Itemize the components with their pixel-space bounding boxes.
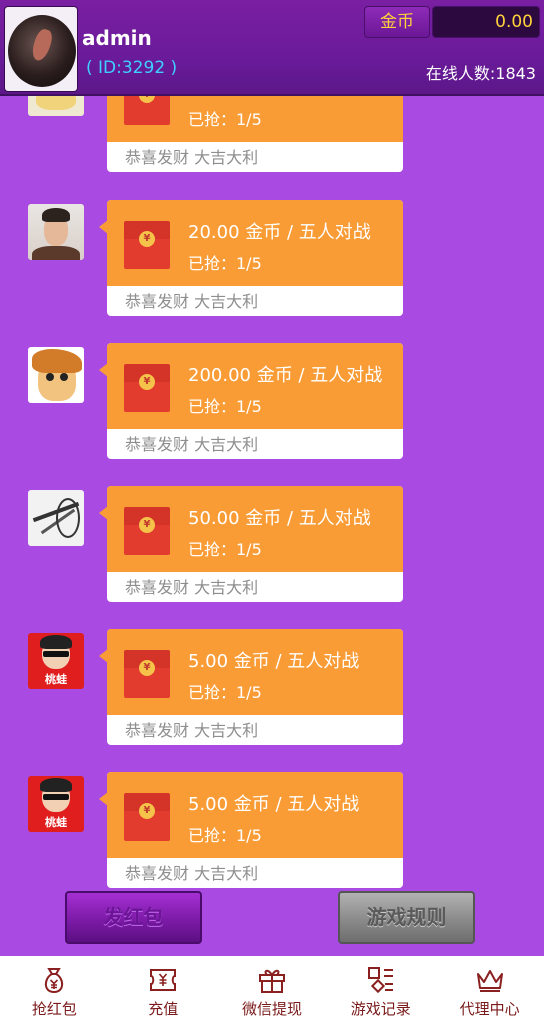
red-packet-bubble[interactable]: ¥ 5.00 金币 / 五人对战 已抢：1/5 恭喜发财 大吉大利 (107, 629, 403, 745)
sender-avatar (28, 347, 84, 403)
packet-grabbed-count: 已抢：1/5 (188, 826, 262, 845)
packet-amount: 20.00 金币 / 五人对战 (188, 222, 371, 243)
packet-grabbed-count: 已抢：1/5 (188, 110, 262, 129)
red-packet-message[interactable]: 桃蛙 ¥ 5.00 金币 / 五人对战 已抢：1/5 恭喜发财 大吉大利 (0, 629, 544, 749)
username: admin (82, 26, 152, 50)
game-rules-button[interactable]: 游戏规则 (338, 891, 475, 944)
user-avatar[interactable] (4, 6, 78, 92)
packet-grabbed-count: 已抢：1/5 (188, 683, 262, 702)
packet-blessing: 恭喜发财 大吉大利 (125, 292, 259, 311)
sender-avatar (28, 490, 84, 546)
nav-label: 游戏记录 (350, 1000, 411, 1018)
user-header: admin ( ID:3292 ) 金币 0.00 在线人数:1843 (0, 0, 544, 96)
packet-blessing: 恭喜发财 大吉大利 (125, 864, 259, 883)
nav-agent-center[interactable]: 代理中心 (435, 956, 544, 1024)
red-packet-message[interactable]: 桃蛙 ¥ 5.00 金币 / 五人对战 已抢：1/5 恭喜发财 大吉大利 (0, 772, 544, 892)
red-envelope-icon: ¥ (124, 364, 170, 412)
red-packet-bubble[interactable]: ¥ 200.00 金币 / 五人对战 已抢：1/5 恭喜发财 大吉大利 (107, 343, 403, 459)
gift-box-icon (258, 969, 285, 993)
red-packet-bubble[interactable]: ¥ 5.00 金币 / 五人对战 已抢：1/5 恭喜发财 大吉大利 (107, 772, 403, 888)
online-count: 在线人数:1843 (425, 64, 536, 83)
packet-grabbed-count: 已抢：1/5 (188, 540, 262, 559)
grid-list-icon (367, 967, 393, 994)
sender-avatar: 桃蛙 (28, 776, 84, 832)
nav-game-records[interactable]: 游戏记录 (326, 956, 435, 1024)
packet-amount: 5.00 金币 / 五人对战 (188, 794, 360, 815)
red-packet-message[interactable]: ¥ 200.00 金币 / 五人对战 已抢：1/5 恭喜发财 大吉大利 (0, 343, 544, 463)
red-packet-feed[interactable]: ¥ 已抢：1/5 恭喜发财 大吉大利 ¥ 20.00 金币 / 五人对战 已抢：… (0, 0, 544, 956)
packet-amount: 200.00 金币 / 五人对战 (188, 365, 383, 386)
coin-label: 金币 (364, 6, 430, 38)
ticket-yen-icon (150, 969, 177, 991)
nav-label: 微信提现 (241, 1000, 302, 1018)
nav-recharge[interactable]: 充值 (109, 956, 218, 1024)
red-envelope-icon: ¥ (124, 793, 170, 841)
nav-label: 抢红包 (31, 1000, 77, 1018)
red-packet-message[interactable]: ¥ 50.00 金币 / 五人对战 已抢：1/5 恭喜发财 大吉大利 (0, 486, 544, 606)
nav-label: 充值 (148, 1000, 179, 1018)
packet-amount: 5.00 金币 / 五人对战 (188, 651, 360, 672)
packet-grabbed-count: 已抢：1/5 (188, 397, 262, 416)
user-id: ( ID:3292 ) (86, 58, 178, 78)
nav-grab-red-packet[interactable]: 抢红包 (0, 956, 109, 1024)
red-packet-bubble[interactable]: ¥ 50.00 金币 / 五人对战 已抢：1/5 恭喜发财 大吉大利 (107, 486, 403, 602)
red-envelope-icon: ¥ (124, 221, 170, 269)
packet-blessing: 恭喜发财 大吉大利 (125, 578, 259, 597)
packet-amount: 50.00 金币 / 五人对战 (188, 508, 371, 529)
packet-blessing: 恭喜发财 大吉大利 (125, 435, 259, 454)
nav-label: 代理中心 (459, 1000, 520, 1018)
packet-grabbed-count: 已抢：1/5 (188, 254, 262, 273)
nav-wechat-withdraw[interactable]: 微信提现 (218, 956, 327, 1024)
sender-avatar: 桃蛙 (28, 633, 84, 689)
money-bag-icon (45, 968, 64, 994)
red-packet-bubble[interactable]: ¥ 20.00 金币 / 五人对战 已抢：1/5 恭喜发财 大吉大利 (107, 200, 403, 316)
coin-balance: 0.00 (432, 6, 540, 38)
packet-blessing: 恭喜发财 大吉大利 (125, 148, 259, 167)
sender-avatar (28, 204, 84, 260)
red-envelope-icon: ¥ (124, 650, 170, 698)
packet-blessing: 恭喜发财 大吉大利 (125, 721, 259, 740)
red-envelope-icon: ¥ (124, 507, 170, 555)
red-packet-message[interactable]: ¥ 20.00 金币 / 五人对战 已抢：1/5 恭喜发财 大吉大利 (0, 200, 544, 320)
crown-icon (476, 970, 503, 992)
bottom-navigation: 抢红包 充值 微信提现 游戏记录 代理中心 (0, 956, 544, 1024)
send-red-packet-button[interactable]: 发红包 (65, 891, 202, 944)
